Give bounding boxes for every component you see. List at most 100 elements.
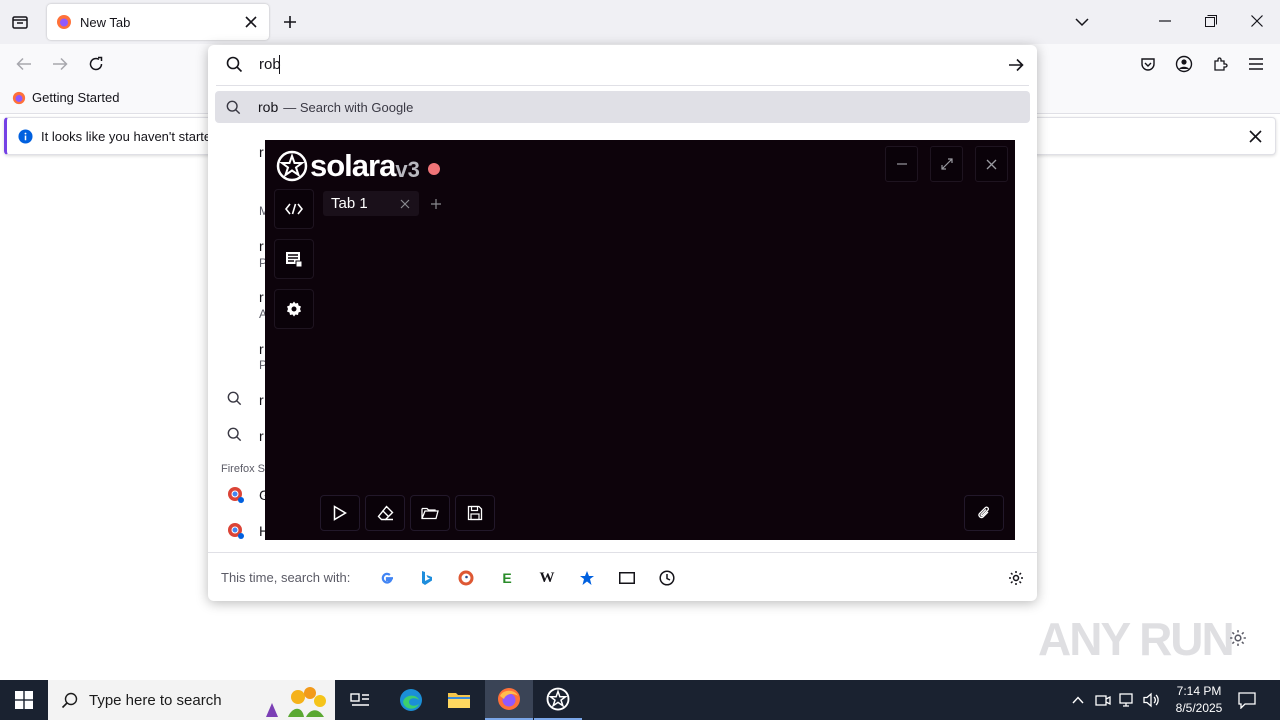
- restore-button[interactable]: [1200, 10, 1222, 32]
- tray-meet-button[interactable]: [1093, 690, 1113, 710]
- solara-close-button[interactable]: [975, 146, 1008, 182]
- plus-icon: [431, 199, 441, 209]
- engine-google-button[interactable]: [376, 567, 398, 589]
- taskbar-solara[interactable]: [534, 680, 582, 720]
- search-history-button[interactable]: [656, 567, 678, 589]
- search-icon: [227, 427, 242, 442]
- solara-scripts-button[interactable]: [274, 239, 314, 279]
- suggestion-row[interactable]: r: [259, 289, 264, 305]
- new-tab-button[interactable]: [279, 11, 301, 33]
- task-view-button[interactable]: [336, 680, 384, 720]
- solara-open-file-button[interactable]: [410, 495, 450, 531]
- suggestion-row[interactable]: r: [259, 238, 264, 254]
- list-tabs-button[interactable]: [1071, 11, 1093, 33]
- solara-settings-button[interactable]: [274, 289, 314, 329]
- camera-icon: [1095, 695, 1111, 706]
- solara-tab-close-button[interactable]: [395, 194, 415, 214]
- pocket-icon: [1141, 58, 1155, 71]
- solara-clear-button[interactable]: [365, 495, 405, 531]
- search-with-label: This time, search with:: [221, 570, 351, 585]
- solara-editor-button[interactable]: [274, 189, 314, 229]
- taskbar-file-explorer[interactable]: [435, 680, 483, 720]
- start-button[interactable]: [0, 680, 48, 720]
- arrow-right-icon: [53, 57, 68, 71]
- chrome-import-icon: [227, 522, 245, 540]
- search-tabs-button[interactable]: [616, 567, 638, 589]
- engine-wikipedia-button[interactable]: W: [536, 567, 558, 589]
- solara-name: solara: [310, 148, 396, 183]
- gear-icon: [287, 301, 301, 317]
- network-icon: [1119, 693, 1133, 707]
- duckduckgo-icon: [458, 570, 474, 586]
- suggestion-action: — Search with Google: [283, 99, 414, 115]
- firefox-view-icon: [12, 16, 28, 29]
- close-icon: [1251, 15, 1263, 27]
- solara-minimize-button[interactable]: [885, 146, 918, 182]
- chevron-down-icon: [1075, 18, 1089, 27]
- anyrun-watermark: ANY RUN: [1038, 613, 1235, 665]
- tray-overflow-button[interactable]: [1068, 690, 1088, 710]
- wikipedia-icon: W: [539, 569, 555, 586]
- plus-icon: [284, 16, 296, 28]
- firefox-view-button[interactable]: [8, 10, 32, 34]
- solara-version: v3: [395, 157, 420, 182]
- edge-icon: [400, 689, 422, 711]
- url-input[interactable]: rob: [259, 56, 281, 73]
- account-button[interactable]: [1172, 52, 1196, 76]
- restore-icon: [1205, 15, 1217, 27]
- hamburger-icon: [1249, 58, 1263, 70]
- solara-save-button[interactable]: [455, 495, 495, 531]
- solara-maximize-button[interactable]: [930, 146, 963, 182]
- tray-network-button[interactable]: [1117, 690, 1137, 710]
- extensions-button[interactable]: [1208, 52, 1232, 76]
- ebay-icon: E: [502, 570, 512, 586]
- suggestion-row[interactable]: r: [259, 428, 264, 444]
- solara-execute-button[interactable]: [320, 495, 360, 531]
- search-settings-button[interactable]: [1005, 567, 1027, 589]
- go-button[interactable]: [1004, 53, 1028, 77]
- forward-button[interactable]: [48, 52, 72, 76]
- solara-tab-label: Tab 1: [331, 195, 368, 212]
- app-menu-button[interactable]: [1244, 52, 1268, 76]
- solara-new-tab-button[interactable]: [427, 195, 445, 213]
- text-caret: [279, 55, 280, 74]
- search-icon: [226, 100, 241, 114]
- solara-logo: solara v3: [276, 148, 440, 184]
- solara-tab-1[interactable]: Tab 1: [323, 191, 419, 216]
- action-center-button[interactable]: [1236, 689, 1258, 711]
- search-bookmarks-button[interactable]: [576, 567, 598, 589]
- notification-close-button[interactable]: [1243, 124, 1267, 148]
- tab-new-tab[interactable]: New Tab: [47, 4, 269, 40]
- tray-volume-button[interactable]: [1141, 690, 1161, 710]
- bookmark-label: Getting Started: [32, 90, 120, 105]
- suggestion-search-google[interactable]: rob — Search with Google: [215, 91, 1030, 123]
- search-icon: [226, 56, 243, 73]
- play-icon: [333, 505, 347, 521]
- arrow-right-icon: [1009, 58, 1024, 72]
- taskbar-search-placeholder: Type here to search: [89, 691, 222, 709]
- puzzle-icon: [1214, 57, 1228, 71]
- close-tab-button[interactable]: [239, 10, 263, 34]
- folder-icon: [421, 507, 439, 520]
- close-window-button[interactable]: [1246, 10, 1268, 32]
- taskbar-firefox[interactable]: [485, 680, 533, 720]
- gear-icon: [1229, 629, 1247, 647]
- task-view-icon: [350, 693, 369, 706]
- engine-bing-button[interactable]: [416, 567, 438, 589]
- engine-duckduckgo-button[interactable]: [455, 567, 477, 589]
- taskbar-clock[interactable]: 7:14 PM 8/5/2025: [1168, 683, 1230, 717]
- suggestion-row[interactable]: r: [259, 341, 264, 357]
- pocket-button[interactable]: [1136, 52, 1160, 76]
- solara-attach-button[interactable]: [964, 495, 1004, 531]
- back-button[interactable]: [12, 52, 36, 76]
- suggestion-row[interactable]: r: [259, 144, 264, 160]
- tab-title: New Tab: [80, 14, 131, 30]
- taskbar-edge[interactable]: [387, 680, 435, 720]
- bookmark-getting-started[interactable]: Getting Started: [12, 90, 119, 105]
- reload-button[interactable]: [84, 52, 108, 76]
- engine-ebay-button[interactable]: E: [496, 567, 518, 589]
- suggestion-row[interactable]: r: [259, 392, 264, 408]
- minimize-icon: [896, 163, 907, 165]
- minimize-button[interactable]: [1154, 10, 1176, 32]
- reload-icon: [89, 56, 103, 71]
